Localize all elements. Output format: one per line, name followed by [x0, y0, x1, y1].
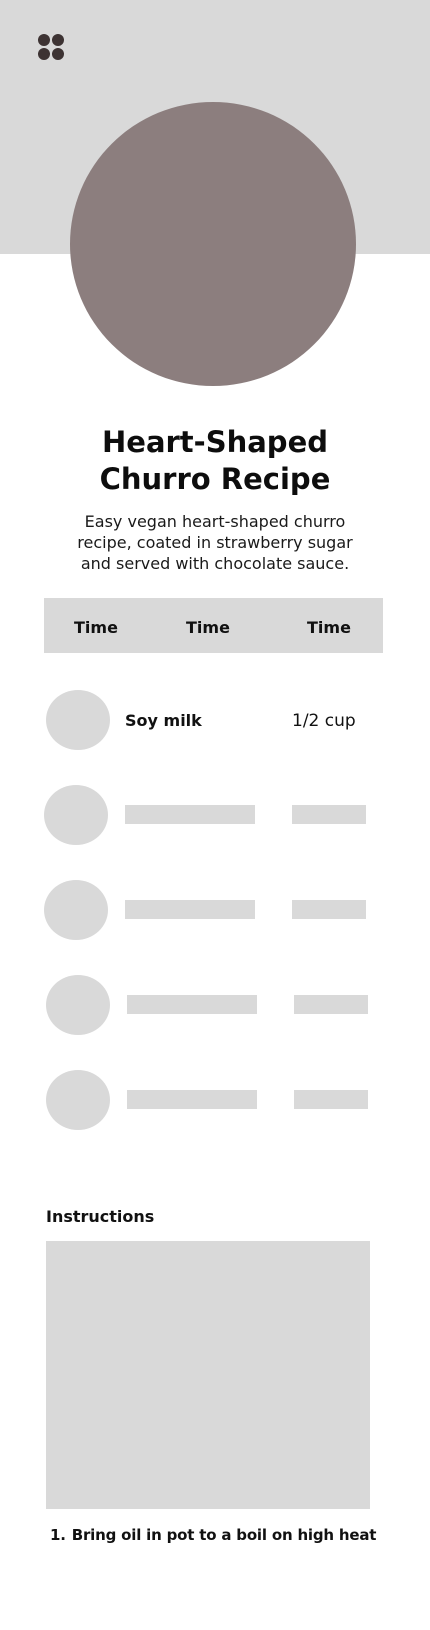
recipe-title: Heart-Shaped Churro Recipe: [0, 424, 430, 498]
instruction-step-text: Bring oil in pot to a boil on high heat: [71, 1526, 377, 1544]
grid-dots-icon[interactable]: [36, 32, 66, 62]
ingredient-quantity-placeholder: [292, 900, 366, 919]
ingredient-image-placeholder: [44, 880, 108, 940]
instruction-step: 1. Bring oil in pot to a boil on high hea…: [50, 1525, 376, 1545]
ingredient-image: [46, 690, 110, 750]
ingredient-name-placeholder: [127, 1090, 257, 1109]
ingredient-name-placeholder: [125, 805, 255, 824]
time-label-3: Time: [307, 618, 351, 637]
time-label-1: Time: [74, 618, 118, 637]
ingredient-quantity-placeholder: [294, 995, 368, 1014]
recipe-title-line-1: Heart-Shaped: [102, 425, 328, 459]
ingredient-quantity: 1/2 cup: [292, 711, 356, 731]
instructions-heading: Instructions: [46, 1207, 155, 1226]
instruction-step-image: [46, 1241, 370, 1509]
ingredient-name: Soy milk: [125, 711, 202, 730]
ingredient-image-placeholder: [46, 975, 110, 1035]
ingredient-name-placeholder: [125, 900, 255, 919]
ingredient-quantity-placeholder: [294, 1090, 368, 1109]
time-label-2: Time: [186, 618, 230, 637]
ingredient-quantity-placeholder: [292, 805, 366, 824]
recipe-description: Easy vegan heart-shaped churro recipe, c…: [77, 512, 353, 573]
recipe-title-line-2: Churro Recipe: [99, 462, 331, 496]
ingredient-name-placeholder: [127, 995, 257, 1014]
ingredient-image-placeholder: [46, 1070, 110, 1130]
ingredient-image-placeholder: [44, 785, 108, 845]
recipe-hero-image: [70, 102, 356, 386]
instruction-step-number: 1.: [50, 1526, 66, 1544]
